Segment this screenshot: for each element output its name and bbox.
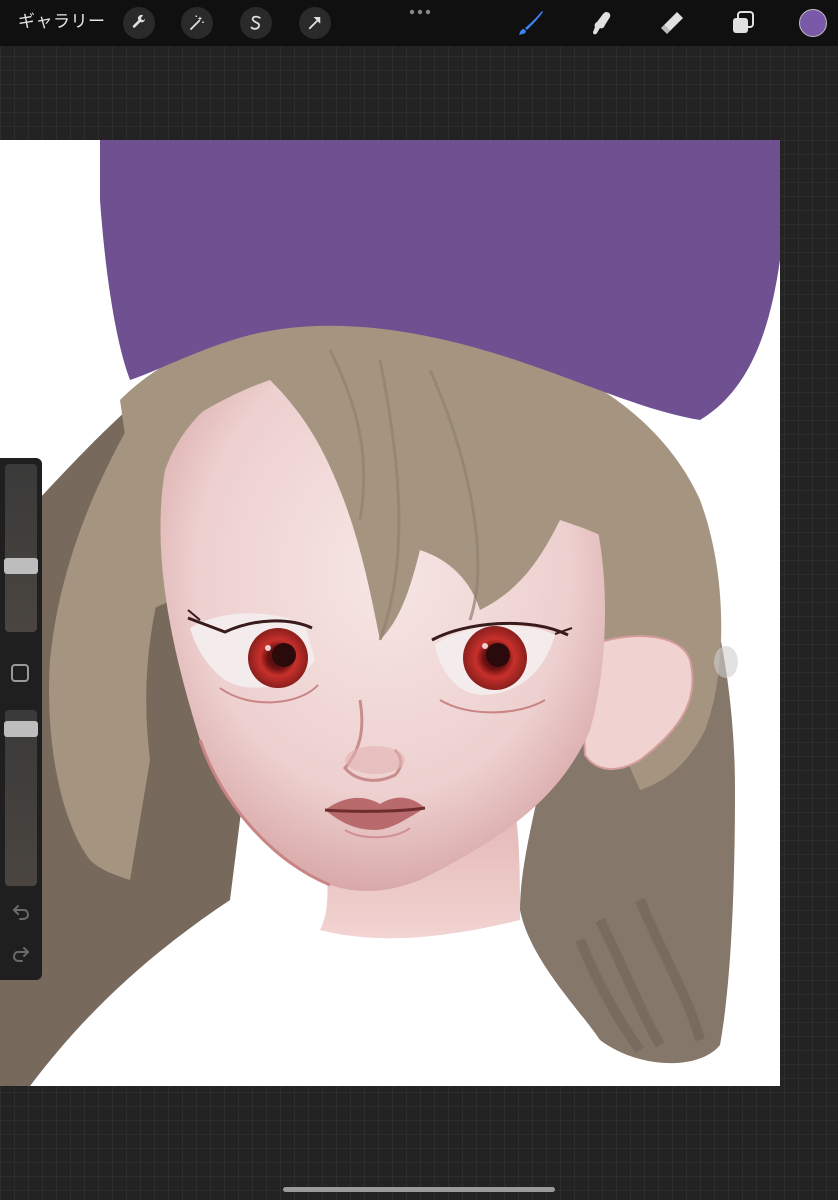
drawing-canvas[interactable] bbox=[0, 140, 780, 1086]
smudge-icon bbox=[593, 12, 611, 35]
smudge-tool-button[interactable] bbox=[586, 7, 618, 39]
selection-s-icon bbox=[250, 15, 261, 30]
color-picker-button[interactable] bbox=[799, 9, 827, 37]
gallery-button[interactable]: ギャラリー bbox=[18, 8, 106, 36]
transform-button[interactable] bbox=[299, 7, 331, 39]
layers-button[interactable] bbox=[727, 7, 759, 39]
opacity-thumb[interactable] bbox=[4, 721, 38, 738]
arrow-cursor-icon bbox=[308, 17, 321, 30]
eraser-icon bbox=[661, 12, 683, 34]
left-sidebar bbox=[0, 458, 42, 980]
home-indicator[interactable] bbox=[283, 1187, 555, 1192]
artwork bbox=[0, 140, 780, 1086]
adjustments-button[interactable] bbox=[181, 7, 213, 39]
redo-arrow-icon[interactable] bbox=[11, 944, 31, 964]
layers-icon bbox=[733, 11, 754, 33]
actions-button[interactable] bbox=[123, 7, 155, 39]
brush-size-slider[interactable] bbox=[5, 464, 37, 632]
more-options-icon[interactable] bbox=[408, 2, 432, 22]
magic-wand-icon bbox=[190, 15, 204, 30]
brush-tool-button[interactable] bbox=[515, 7, 547, 39]
brush-size-thumb[interactable] bbox=[4, 558, 38, 575]
brush-icon bbox=[519, 11, 543, 35]
wrench-icon bbox=[132, 14, 146, 28]
modify-button[interactable] bbox=[11, 664, 29, 682]
undo-arrow-icon[interactable] bbox=[11, 902, 31, 922]
reference-point-marker[interactable] bbox=[714, 646, 738, 678]
top-toolbar: ギャラリー bbox=[0, 0, 838, 46]
eraser-tool-button[interactable] bbox=[656, 7, 688, 39]
selection-button[interactable] bbox=[240, 7, 272, 39]
